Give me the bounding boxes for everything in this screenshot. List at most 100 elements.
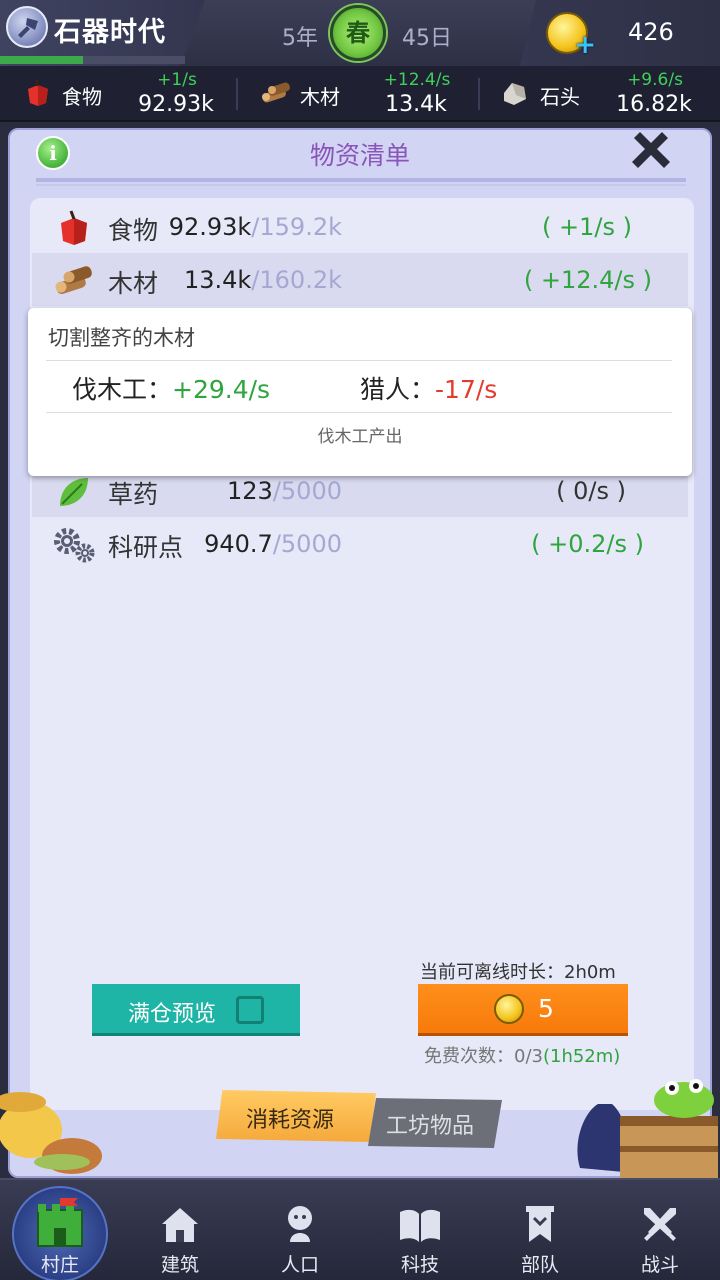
- resource-rate: +1/s: [157, 70, 197, 90]
- resource-name: 食物: [62, 85, 102, 109]
- resource-name: 木材: [300, 85, 340, 109]
- book-icon: [400, 1209, 440, 1242]
- item-current: 123: [227, 477, 273, 505]
- nav-label: 村庄: [40, 1254, 79, 1276]
- era-title: 石器时代: [54, 17, 166, 48]
- item-current: 13.4k: [183, 266, 252, 294]
- crate-frog-decoration: [577, 1079, 718, 1178]
- item-current: 92.93k: [168, 213, 252, 241]
- resource-wood[interactable]: 木材 +12.4/s 13.4k: [258, 66, 468, 122]
- nav-label: 战斗: [640, 1254, 679, 1276]
- year-label: 5年: [282, 26, 318, 51]
- resource-bar: 食物 +1/s 92.93k 木材 +12.4/s 13.4k 石头 +9.6/…: [0, 66, 720, 122]
- toggle-label: 满仓预览: [128, 1002, 217, 1027]
- nav-population[interactable]: 人口: [240, 1180, 360, 1280]
- item-capacity: /160.2k: [251, 266, 342, 294]
- apple-icon: [28, 79, 48, 106]
- day-label: 45日: [402, 26, 452, 51]
- stat-value: +29.4/s: [172, 375, 271, 404]
- item-amount: 13.4k/160.2k: [184, 266, 342, 294]
- item-rate: ( +12.4/s ): [523, 266, 652, 294]
- castle-icon: [37, 1198, 83, 1247]
- nav-label: 科技: [400, 1254, 439, 1276]
- resource-amount: 92.93k: [138, 92, 214, 117]
- title-divider: [36, 184, 686, 186]
- gears-icon: [54, 528, 95, 563]
- person-icon: [288, 1206, 312, 1242]
- item-amount: 92.93k/159.2k: [169, 213, 342, 241]
- season-badge[interactable]: 春: [330, 5, 386, 61]
- list-item-research[interactable]: 科研点 940.7/5000 ( +0.2/s ): [32, 517, 688, 570]
- stat-label: 猎人：: [360, 375, 436, 404]
- resource-amount: 13.4k: [385, 92, 447, 117]
- tab-label: 工坊物品: [386, 1114, 475, 1139]
- item-capacity: /5000: [272, 477, 342, 505]
- resource-stone[interactable]: 石头 +9.6/s 16.82k: [500, 66, 710, 122]
- wood-icon: [262, 82, 290, 103]
- nav-battle[interactable]: 战斗: [600, 1180, 720, 1280]
- nav-troops[interactable]: 部队: [480, 1180, 600, 1280]
- item-label: 木材: [108, 269, 159, 298]
- banner-icon: [526, 1206, 554, 1242]
- tab-consume-resources[interactable]: 消耗资源: [216, 1090, 376, 1142]
- currency-count: 426: [628, 18, 674, 46]
- nav-village[interactable]: 村庄: [0, 1180, 120, 1280]
- wood-icon: [55, 266, 92, 295]
- panel-title: 物资清单: [309, 141, 410, 170]
- list-item-food[interactable]: 食物 92.93k/159.2k ( +1/s ): [32, 200, 688, 253]
- top-bar: 石器时代 5年 春 45日 + 426: [0, 0, 720, 66]
- plus-icon: +: [574, 30, 596, 60]
- item-current: 940.7: [204, 530, 273, 558]
- title-divider: [36, 178, 686, 182]
- stone-icon: [504, 83, 526, 105]
- tab-workshop-items[interactable]: 工坊物品: [368, 1098, 502, 1148]
- item-rate: ( +1/s ): [542, 213, 632, 241]
- divider: [478, 78, 480, 110]
- era-progress-fill: [0, 56, 84, 64]
- tooltip-title: 切割整齐的木材: [48, 326, 195, 350]
- divider: [236, 78, 238, 110]
- bottom-nav: 村庄 建筑 人口 科技 部队 战斗: [0, 1178, 720, 1280]
- resource-amount: 16.82k: [616, 92, 692, 117]
- item-amount: 940.7/5000: [204, 530, 342, 558]
- stat-label: 伐木工：: [72, 375, 173, 404]
- resource-food[interactable]: 食物 +1/s 92.93k: [20, 66, 230, 122]
- resource-rate: +9.6/s: [627, 70, 683, 90]
- item-label: 科研点: [108, 533, 184, 562]
- nav-technology[interactable]: 科技: [360, 1180, 480, 1280]
- close-icon: [632, 132, 670, 168]
- item-capacity: /159.2k: [251, 213, 342, 241]
- free-times-label: 免费次数：0/3(1h52m): [424, 1042, 620, 1068]
- item-label: 草药: [108, 480, 159, 509]
- leaf-icon: [60, 478, 88, 506]
- add-currency-button[interactable]: +: [546, 12, 596, 60]
- close-button[interactable]: [628, 128, 674, 174]
- tab-label: 消耗资源: [246, 1108, 335, 1133]
- checkbox[interactable]: [236, 996, 264, 1024]
- speedup-cost: 5: [538, 994, 554, 1023]
- nav-label: 建筑: [160, 1254, 199, 1276]
- divider: [46, 412, 672, 413]
- era-progress-bar: [0, 56, 185, 64]
- item-amount: 123/5000: [227, 477, 342, 505]
- swords-icon: [644, 1208, 676, 1241]
- offline-speedup-button[interactable]: 5: [418, 984, 628, 1036]
- free-times-count: 免费次数：0/3: [424, 1046, 543, 1067]
- tooltip-stat-hunter: 猎人：-17/s: [360, 370, 497, 406]
- stat-value: -17/s: [435, 375, 498, 404]
- full-storage-preview-toggle[interactable]: 满仓预览: [92, 984, 300, 1036]
- nav-buildings[interactable]: 建筑: [120, 1180, 240, 1280]
- offline-duration-label: 当前可离线时长：2h0m: [420, 962, 616, 983]
- tooltip-stat-lumberjack: 伐木工：+29.4/s: [72, 370, 270, 406]
- era-icon: [6, 6, 48, 48]
- list-item-wood[interactable]: 木材 13.4k/160.2k ( +12.4/s ): [32, 253, 688, 306]
- resource-rate: +12.4/s: [383, 70, 451, 90]
- free-times-timer: (1h52m): [542, 1046, 621, 1067]
- apple-icon: [61, 210, 87, 245]
- tooltip-footer: 伐木工产出: [317, 427, 403, 447]
- item-rate: ( 0/s ): [556, 477, 626, 505]
- nav-label: 人口: [280, 1254, 319, 1276]
- item-capacity: /5000: [272, 530, 342, 558]
- house-icon: [162, 1208, 198, 1242]
- item-rate: ( +0.2/s ): [531, 530, 644, 558]
